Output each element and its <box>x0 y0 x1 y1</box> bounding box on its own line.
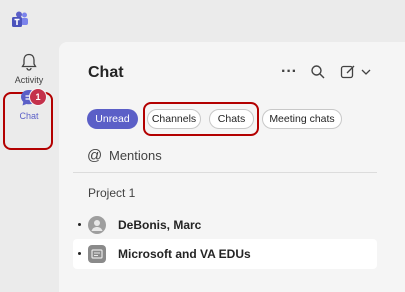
filter-highlight-box <box>143 102 259 136</box>
unread-dot <box>78 252 81 255</box>
at-sign-icon: @ <box>87 147 103 164</box>
unread-badge: 1 <box>29 88 47 106</box>
divider <box>73 172 377 173</box>
chat-panel: Chat ··· Unread Channels Chats Meeting c… <box>59 42 405 292</box>
title-bar <box>0 0 405 40</box>
rail-item-activity-label: Activity <box>14 75 44 85</box>
list-item[interactable]: Microsoft and VA EDUs <box>73 239 377 269</box>
avatar <box>88 216 106 234</box>
unread-dot <box>78 223 81 226</box>
rail-item-chat-label: Chat <box>19 111 39 121</box>
app-rail: Activity 1 Chat <box>0 40 58 292</box>
more-options-icon[interactable]: ··· <box>281 63 297 81</box>
filter-unread[interactable]: Unread <box>87 109 138 129</box>
group-avatar-icon <box>88 245 106 263</box>
mentions-label: Mentions <box>109 148 162 163</box>
rail-item-activity[interactable]: Activity <box>0 52 58 85</box>
chat-name: Microsoft and VA EDUs <box>118 247 251 261</box>
group-label[interactable]: Project 1 <box>88 186 135 200</box>
chevron-down-icon[interactable] <box>360 66 372 78</box>
page-title: Chat <box>88 64 124 81</box>
teams-logo-icon <box>12 11 28 27</box>
new-chat-icon[interactable] <box>340 64 356 80</box>
mentions-item[interactable]: @ Mentions <box>87 147 162 164</box>
list-item[interactable]: DeBonis, Marc <box>73 210 377 240</box>
chat-name: DeBonis, Marc <box>118 218 202 232</box>
filter-meeting-chats[interactable]: Meeting chats <box>262 109 342 129</box>
bell-icon <box>21 53 37 71</box>
rail-item-chat[interactable]: 1 Chat <box>0 88 58 121</box>
search-icon[interactable] <box>310 64 326 80</box>
